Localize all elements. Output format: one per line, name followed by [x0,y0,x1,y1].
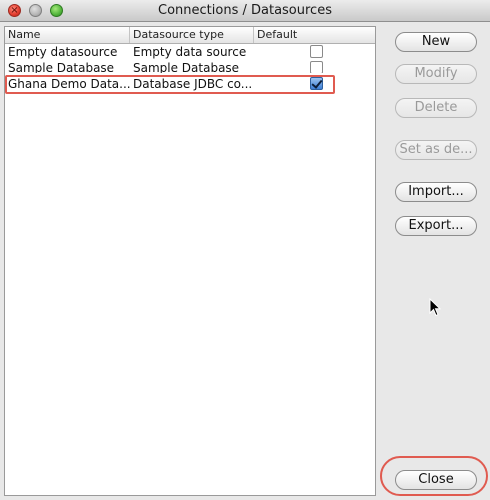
column-header-name[interactable]: Name [5,27,130,43]
mouse-pointer-icon [429,298,441,317]
cell-name: Empty datasource [8,45,118,59]
column-header-type[interactable]: Datasource type [130,27,254,43]
cell-name: Sample Database [8,61,115,73]
import-button[interactable]: Import... [395,182,477,202]
connections-dialog: × Connections / Datasources Name Datasou… [0,0,490,500]
title-bar[interactable]: × Connections / Datasources [0,0,490,22]
table-row-selected[interactable]: Ghana Demo Data... Database JDBC co... [5,76,375,92]
close-button[interactable]: Close [395,470,477,490]
modify-button[interactable]: Modify [395,64,477,84]
cell-type: Database JDBC co... [133,77,253,91]
cell-type: Empty data source [133,45,247,59]
column-header-default[interactable]: Default [254,27,375,43]
cell-type: Sample Database [133,61,240,73]
export-button[interactable]: Export... [395,216,477,236]
new-button[interactable]: New [395,32,477,52]
set-as-default-button[interactable]: Set as de... [395,140,477,160]
datasource-table[interactable]: Name Datasource type Default Empty datas… [4,26,376,496]
table-row[interactable]: Sample Database Sample Database [5,60,375,73]
default-checkbox[interactable] [310,45,323,58]
table-header: Name Datasource type Default [5,27,375,44]
delete-button[interactable]: Delete [395,98,477,118]
table-row[interactable]: Empty datasource Empty data source [5,44,375,60]
default-checkbox[interactable] [310,61,323,73]
window-title: Connections / Datasources [158,3,332,18]
default-checkbox-checked[interactable] [310,77,323,90]
cell-name: Ghana Demo Data... [8,77,130,91]
